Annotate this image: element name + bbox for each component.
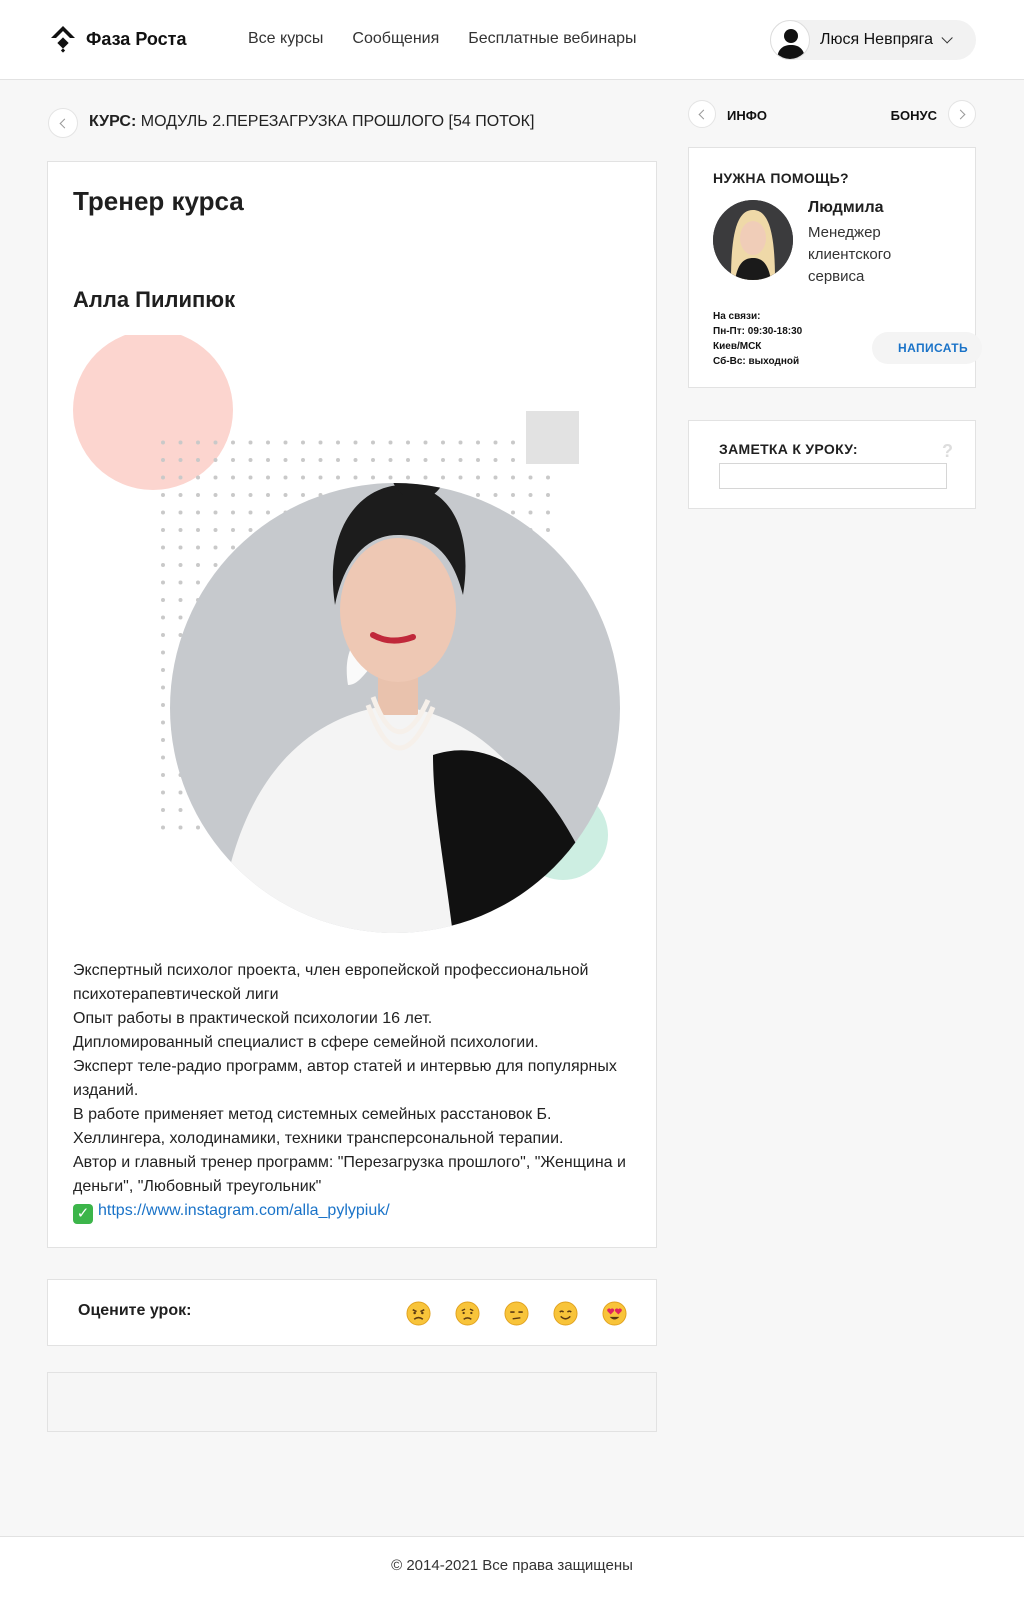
bio-line: В работе применяет метод системных семей… (73, 1106, 564, 1147)
nav-messages[interactable]: Сообщения (352, 30, 439, 48)
back-button[interactable] (48, 108, 78, 138)
help-card: НУЖНА ПОМОЩЬ? Людмила Менеджер клиентско… (688, 147, 982, 388)
hours-weekend: Сб-Вс: выходной (713, 356, 800, 367)
chevron-left-icon (59, 118, 70, 128)
manager-role: Менеджер клиентского сервиса (808, 224, 892, 285)
top-header: Фаза Роста Все курсы Сообщения Бесплатны… (0, 0, 1024, 80)
logo[interactable]: Фаза Роста (48, 24, 186, 54)
help-title: НУЖНА ПОМОЩЬ? (713, 170, 849, 186)
manager-portrait (713, 200, 793, 280)
course-name: МОДУЛЬ 2.ПЕРЕЗАГРУЗКА ПРОШЛОГО [54 ПОТОК… (140, 113, 535, 130)
tab-prev-button[interactable] (688, 100, 716, 128)
logo-text: Фаза Роста (86, 28, 187, 49)
heart-eyes-face-icon[interactable] (602, 1301, 627, 1326)
hours-timezone: Киев/МСК (713, 341, 762, 352)
bio-line: Дипломированный специалист в сфере семей… (73, 1034, 539, 1051)
instagram-row: ✓ https://www.instagram.com/alla_pylypiuk… (73, 1199, 638, 1224)
sad-face-icon[interactable] (455, 1301, 480, 1326)
user-menu[interactable]: Люся Невпряга (770, 20, 976, 60)
bio-line: Опыт работы в практической психологии 16… (73, 1010, 433, 1027)
course-prefix: КУРС: (89, 113, 137, 130)
course-title: КУРС: МОДУЛЬ 2.ПЕРЕЗАГРУЗКА ПРОШЛОГО [54… (89, 113, 534, 131)
note-input[interactable] (719, 463, 947, 489)
angry-face-icon[interactable] (406, 1301, 431, 1326)
lesson-note-card: ЗАМЕТКА К УРОКУ: ? (688, 420, 976, 509)
chevron-left-icon (698, 109, 709, 119)
chevron-down-icon (941, 32, 953, 44)
instagram-link[interactable]: https://www.instagram.com/alla_pylypiuk/ (98, 1202, 390, 1219)
page-title: Тренер курса (73, 186, 244, 216)
write-button[interactable]: НАПИСАТЬ (872, 332, 982, 364)
logo-icon (51, 26, 75, 53)
manager-name: Людмила (808, 199, 884, 216)
manager-avatar (713, 200, 793, 280)
help-question-icon[interactable]: ? (942, 441, 953, 462)
note-title: ЗАМЕТКА К УРОКУ: (719, 441, 858, 457)
hours-weekdays: Пн-Пт: 09:30-18:30 (713, 326, 803, 337)
user-silhouette-icon (777, 29, 805, 59)
decor-gray-square (526, 411, 579, 464)
trainer-card: Тренер курса Алла Пилипюк Экспертный пси… (47, 161, 657, 1248)
tab-next-button[interactable] (948, 100, 976, 128)
avatar (770, 20, 810, 60)
bio-line: Экспертный психолог проекта, член европе… (73, 962, 589, 1003)
tab-info[interactable]: ИНФО (727, 108, 767, 123)
trainer-photo (73, 335, 620, 933)
checkmark-icon: ✓ (73, 1204, 93, 1224)
nav-free-webinars[interactable]: Бесплатные вебинары (468, 30, 636, 48)
hours-title: На связи: (713, 311, 761, 322)
tab-bonus[interactable]: БОНУС (891, 108, 937, 123)
support-hours: На связи: Пн-Пт: 09:30-18:30 Киев/МСК Сб… (713, 309, 802, 369)
bio-line: Автор и главный тренер программ: "Переза… (73, 1154, 626, 1195)
copyright: © 2014-2021 Все права защищены (391, 1557, 633, 1574)
trainer-name: Алла Пилипюк (73, 287, 236, 312)
smiling-face-icon[interactable] (553, 1301, 578, 1326)
unamused-face-icon[interactable] (504, 1301, 529, 1326)
chevron-right-icon (955, 109, 966, 119)
rating-label: Оцените урок: (78, 1302, 192, 1319)
trainer-bio: Экспертный психолог проекта, член европе… (73, 959, 638, 1224)
rating-emojis (406, 1301, 627, 1326)
sidebar-tabs: ИНФО БОНУС (688, 100, 976, 132)
comments-placeholder (47, 1372, 657, 1432)
bio-line: Эксперт теле-радио программ, автор стате… (73, 1058, 617, 1099)
footer: © 2014-2021 Все права защищены (0, 1536, 1024, 1600)
user-name: Люся Невпряга (820, 31, 933, 48)
rating-card: Оцените урок: (47, 1279, 657, 1346)
nav-all-courses[interactable]: Все курсы (248, 30, 323, 48)
main-nav: Все курсы Сообщения Бесплатные вебинары (248, 30, 637, 48)
